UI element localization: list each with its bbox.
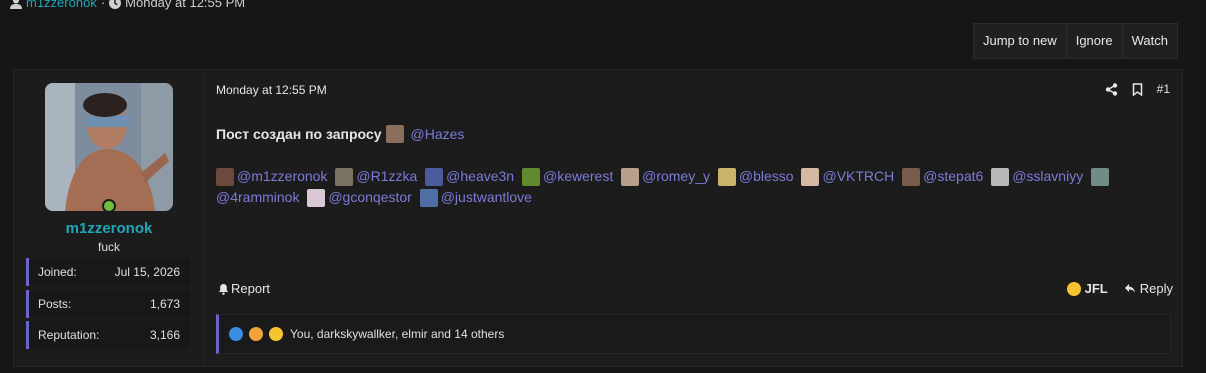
thread-meta: m1zzeronok · Monday at 12:55 PM (10, 0, 245, 10)
thread-time: Monday at 12:55 PM (125, 0, 246, 10)
bookmark-icon[interactable] (1132, 82, 1143, 96)
report-label: Report (231, 281, 271, 296)
mention-item[interactable]: @romey_y (621, 166, 710, 187)
watch-button[interactable]: Watch (1123, 24, 1177, 58)
mention-link[interactable]: @VKTRCH (822, 168, 894, 184)
username[interactable]: m1zzeronok (14, 220, 204, 237)
avatar (385, 125, 404, 143)
reply-button[interactable]: Reply (1124, 281, 1173, 296)
avatar (419, 189, 438, 208)
mention-link[interactable]: @gconqestor (328, 189, 411, 205)
mention-link[interactable]: @4ramminok (216, 189, 299, 205)
avatar (216, 168, 234, 187)
avatar (902, 168, 921, 187)
mention-item[interactable]: @stepat6 (902, 166, 983, 187)
avatar (307, 189, 326, 208)
report-button[interactable]: Report (218, 281, 270, 296)
stat-posts: Posts: 1,673 (26, 290, 190, 318)
stat-joined: Joined: Jul 15, 2026 (26, 258, 190, 286)
laugh-emoji-icon (1066, 281, 1081, 296)
mention-item[interactable]: @blesso (717, 166, 794, 187)
clock-icon (109, 0, 122, 9)
stat-label: Reputation: (38, 328, 100, 342)
avatar (991, 168, 1010, 187)
user-title: fuck (97, 240, 120, 254)
mention-link[interactable]: @kewerest (543, 168, 613, 184)
mention-item[interactable]: @m1zzeronok (216, 166, 327, 187)
laugh-emoji-icon (269, 327, 283, 341)
meta-separator: · (100, 0, 106, 10)
mention-item[interactable]: @VKTRCH (801, 166, 894, 187)
avatar (521, 168, 540, 187)
mention-item[interactable]: @4ramminok (216, 187, 299, 208)
post-footer: Report JFL Reply (218, 281, 1173, 296)
user-icon (10, 0, 22, 9)
stat-value: 1,673 (149, 297, 180, 311)
mention-link[interactable]: @romey_y (642, 168, 710, 184)
post: m1zzeronok fuck Joined: Jul 15, 2026 Pos… (13, 69, 1183, 367)
footer-actions: JFL Reply (1066, 281, 1173, 296)
mention-link[interactable]: @stepat6 (923, 168, 983, 184)
bell-icon (218, 283, 229, 295)
mention-item[interactable]: @R1zzka (335, 166, 417, 187)
reply-label: Reply (1139, 281, 1173, 296)
mention-link[interactable]: @blesso (739, 168, 794, 184)
mention-link[interactable]: @Hazes (411, 126, 465, 142)
mention-item[interactable]: @justwantlove (419, 187, 532, 208)
stat-label: Posts: (38, 297, 72, 311)
stat-value: 3,166 (149, 328, 180, 342)
mention-item[interactable]: @gconqestor (307, 187, 412, 208)
post-content: Monday at 12:55 PM #1 Пост создан по зап… (205, 70, 1182, 366)
avatar (425, 168, 444, 187)
post-toolbar: #1 (1105, 82, 1170, 96)
share-icon[interactable] (1105, 82, 1118, 96)
post-user-panel: m1zzeronok fuck Joined: Jul 15, 2026 Pos… (14, 70, 204, 366)
avatar (717, 168, 736, 187)
intro-text: Пост создан по запросу (216, 126, 382, 142)
jump-to-new-button[interactable]: Jump to new (974, 24, 1067, 58)
thread-author-link[interactable]: m1zzeronok (26, 0, 97, 10)
avatar[interactable] (45, 83, 173, 211)
reactions-bar[interactable]: You, darkskywallker, elmir and 14 others (216, 314, 1171, 354)
reply-icon (1124, 284, 1135, 293)
post-intro: Пост создан по запросу @Hazes (216, 125, 464, 143)
heart-eyes-emoji-icon (249, 327, 263, 341)
avatar (1091, 168, 1110, 187)
mention-item[interactable]: @heave3n (425, 166, 514, 187)
mention-link[interactable]: @m1zzeronok (237, 168, 327, 184)
mention-link[interactable]: @sslavniyy (1012, 168, 1083, 184)
like-emoji-icon (229, 327, 243, 341)
online-indicator (102, 199, 116, 213)
mention-link[interactable]: @justwantlove (441, 189, 532, 205)
stat-label: Joined: (38, 265, 77, 279)
reactions-text[interactable]: You, darkskywallker, elmir and 14 others (290, 327, 504, 341)
jfl-label: JFL (1084, 281, 1108, 296)
thread-actions: Jump to new Ignore Watch (973, 23, 1178, 59)
stat-reputation: Reputation: 3,166 (26, 321, 190, 349)
stat-value: Jul 15, 2026 (114, 265, 180, 279)
ignore-button[interactable]: Ignore (1067, 24, 1123, 58)
avatar (335, 168, 354, 187)
mention-item[interactable]: @kewerest (521, 166, 613, 187)
avatar (621, 168, 640, 187)
mentions-list: @m1zzeronok @R1zzka @heave3n @kewerest @… (216, 166, 1156, 208)
mention-link[interactable]: @R1zzka (356, 168, 417, 184)
avatar (801, 168, 820, 187)
jfl-reaction-button[interactable]: JFL (1066, 281, 1108, 296)
mention-link[interactable]: @heave3n (446, 168, 514, 184)
post-number[interactable]: #1 (1157, 82, 1170, 96)
mention-item[interactable] (1091, 166, 1112, 187)
mention-item[interactable]: @sslavniyy (991, 166, 1083, 187)
post-date[interactable]: Monday at 12:55 PM (216, 83, 327, 97)
